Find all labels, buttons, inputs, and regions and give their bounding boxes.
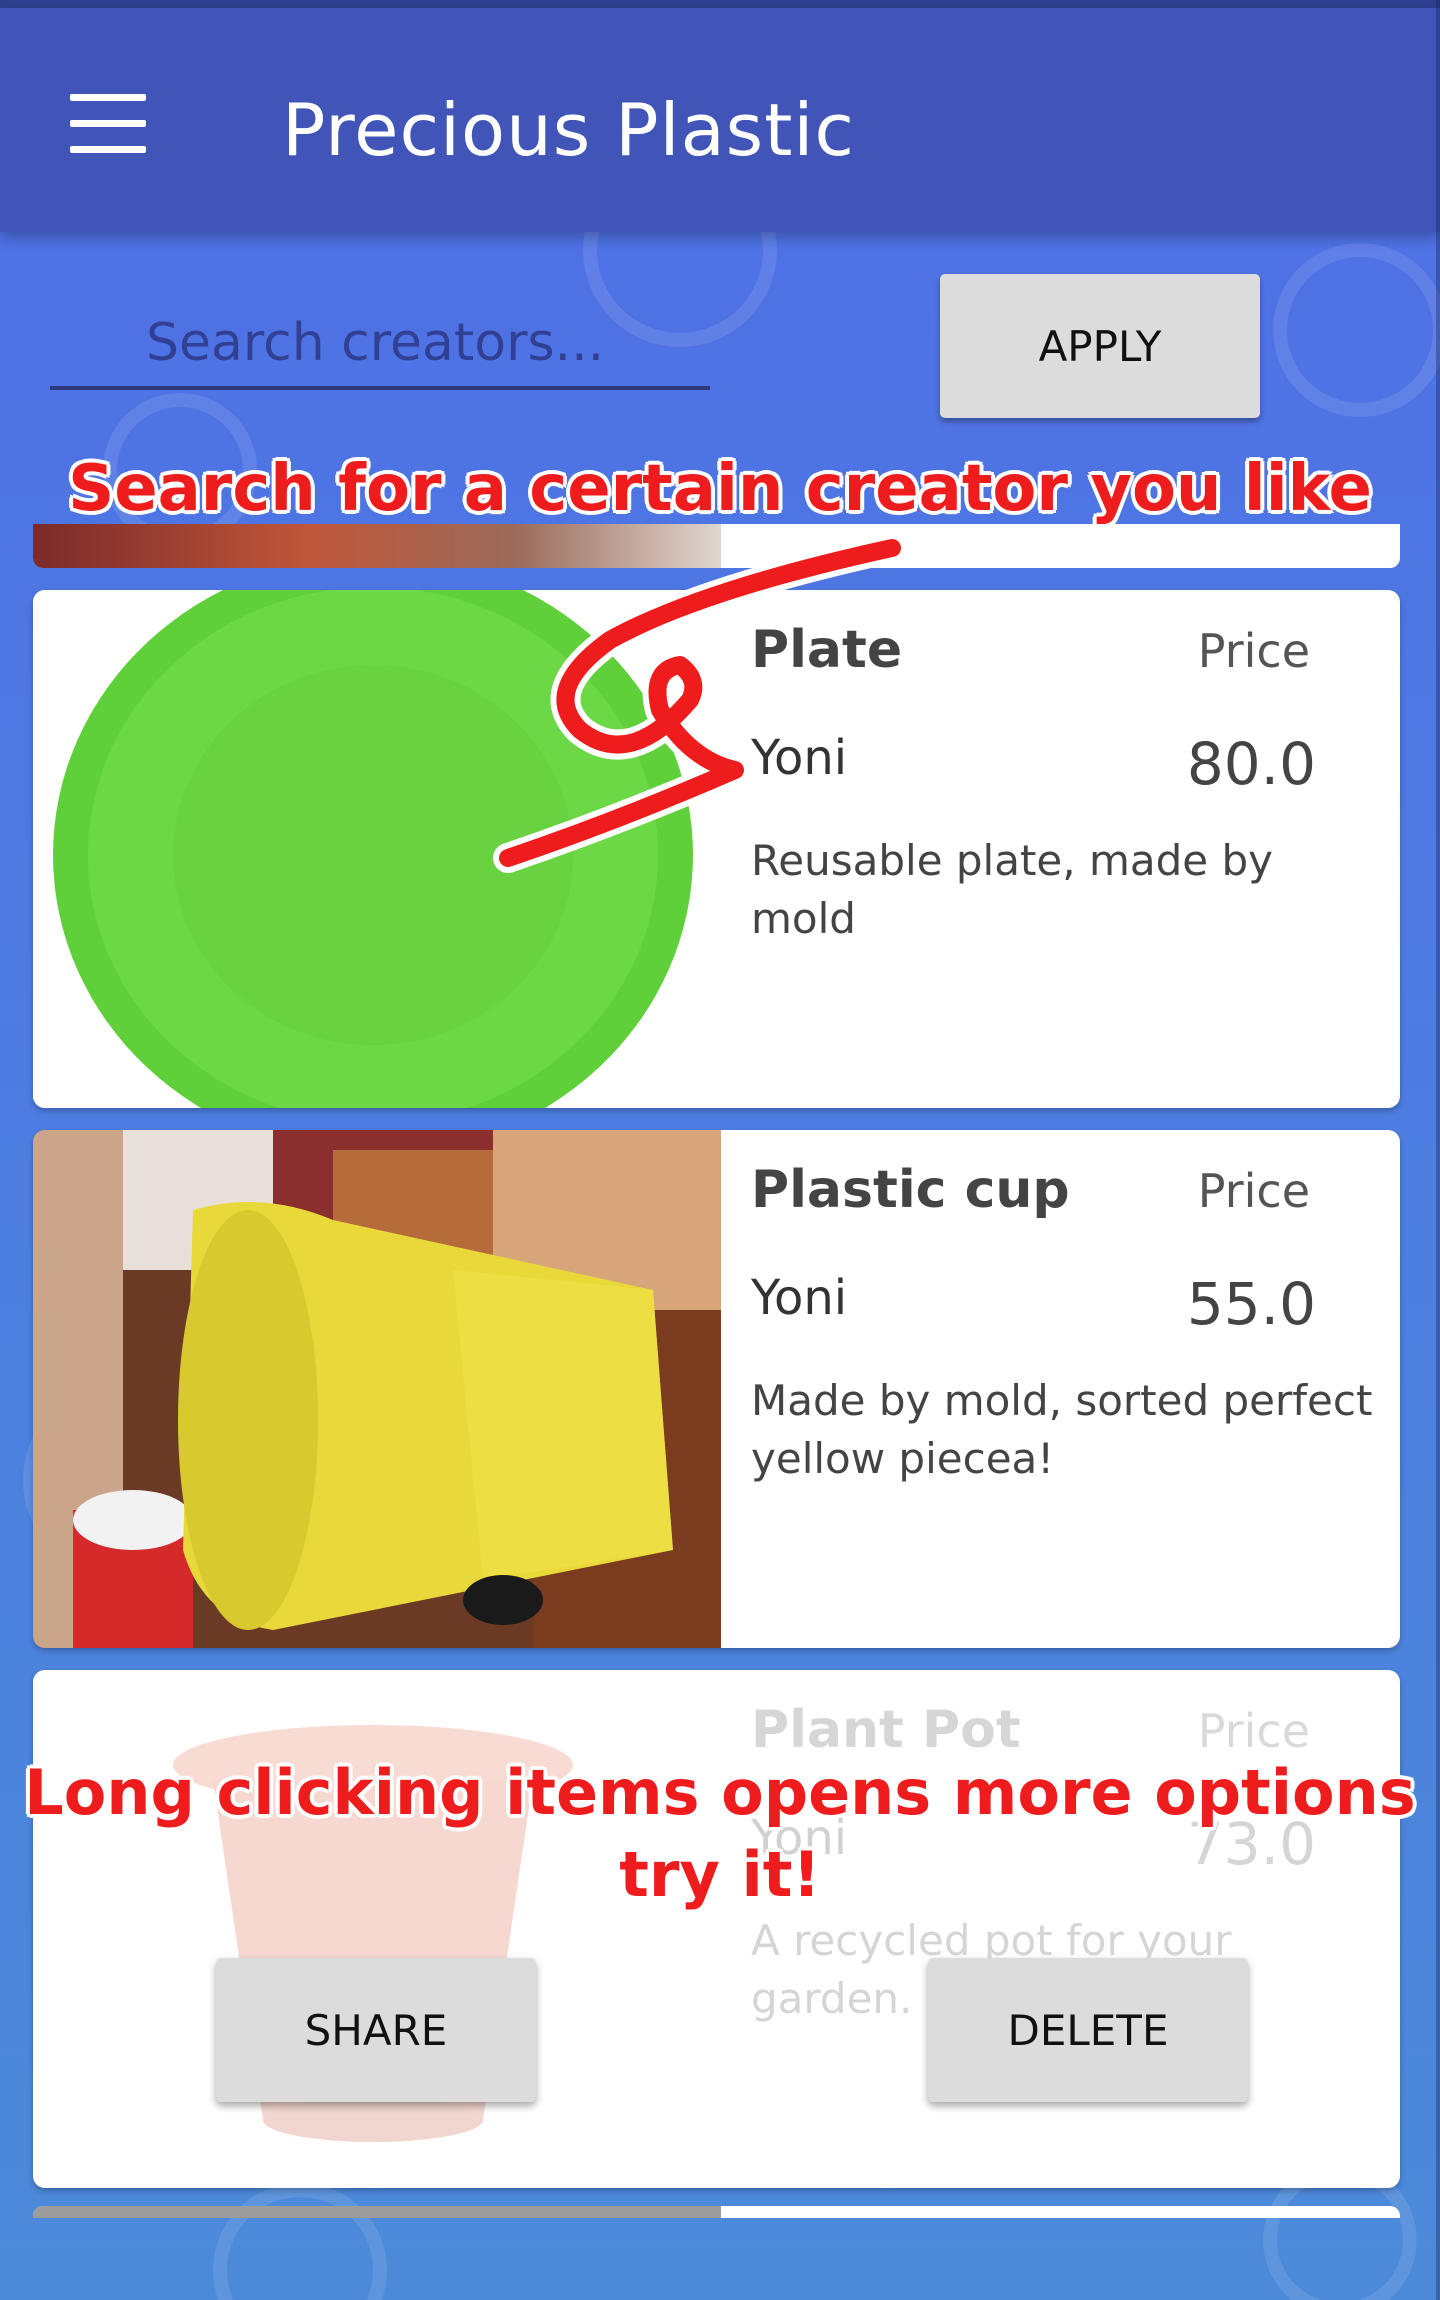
- long-click-hint-line2: try it!: [619, 1838, 821, 1911]
- delete-button[interactable]: DELETE: [928, 1958, 1248, 2102]
- window-edge: [1436, 0, 1440, 2300]
- item-price: 80.0: [1186, 730, 1316, 798]
- share-button[interactable]: SHARE: [216, 1958, 536, 2102]
- dimmed-item-content: Plant Pot Price Yoni 73.0 A recycled pot…: [33, 1670, 1400, 2188]
- item-price-label: Price: [1197, 1704, 1310, 1758]
- item-name: Plate: [751, 620, 903, 680]
- item-description: Made by mold, sorted perfect yellow piec…: [751, 1376, 1373, 1483]
- apply-button[interactable]: APPLY: [940, 274, 1260, 418]
- item-description: Reusable plate, made by mold: [751, 836, 1273, 943]
- item-price: 55.0: [1186, 1270, 1316, 1338]
- item-price-label: Price: [1197, 624, 1310, 678]
- app-bar: Precious Plastic: [0, 8, 1440, 232]
- list-item-plant-pot[interactable]: Plant Pot Price Yoni 73.0 A recycled pot…: [33, 1670, 1400, 2188]
- item-image-green-plate: [33, 590, 721, 1108]
- item-image-partial: [33, 2206, 721, 2218]
- item-creator: Yoni: [751, 1270, 848, 1326]
- list-item-partial-top[interactable]: [33, 524, 1400, 568]
- item-image-yellow-cup: [33, 1130, 721, 1648]
- list-item-partial-bottom[interactable]: [33, 2206, 1400, 2218]
- long-click-hint-line1: Long clicking items opens more options: [24, 1756, 1416, 1829]
- item-name: Plastic cup: [751, 1160, 1070, 1220]
- list-item-plastic-cup[interactable]: Plastic cup Price Yoni 55.0 Made by mold…: [33, 1130, 1400, 1648]
- long-click-hint-text: Long clicking items opens more options t…: [0, 1752, 1440, 1916]
- search-hint-text: Search for a certain creator you like: [68, 452, 1372, 526]
- item-name: Plant Pot: [751, 1700, 1021, 1760]
- app-title: Precious Plastic: [282, 88, 856, 172]
- item-image-partial: [33, 524, 721, 568]
- item-creator: Yoni: [751, 730, 848, 786]
- list-item-plate[interactable]: Plate Price Yoni 80.0 Reusable plate, ma…: [33, 590, 1400, 1108]
- item-price-label: Price: [1197, 1164, 1310, 1218]
- item-image-plant-pot: [33, 1670, 721, 2188]
- hamburger-menu-icon[interactable]: [60, 88, 156, 160]
- search-creators-input[interactable]: [50, 300, 710, 390]
